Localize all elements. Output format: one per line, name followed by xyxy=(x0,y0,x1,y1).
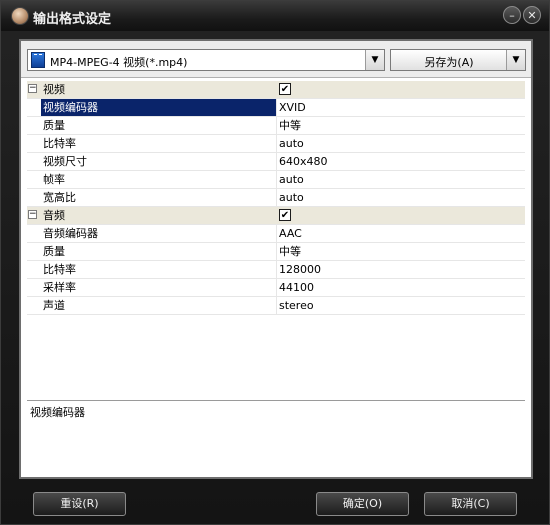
reset-button[interactable]: 重设(R) xyxy=(33,492,126,516)
property-value[interactable]: 中等 xyxy=(279,117,301,134)
format-selected: MP4-MPEG-4 视频(*.mp4) xyxy=(50,56,188,69)
close-button[interactable]: ✕ xyxy=(523,6,541,24)
chevron-down-icon[interactable]: ▼ xyxy=(365,50,384,70)
property-row[interactable]: 视频编码器 XVID xyxy=(27,99,525,117)
property-value[interactable]: auto xyxy=(279,189,304,206)
property-value[interactable]: stereo xyxy=(279,297,314,314)
cancel-button[interactable]: 取消(C) xyxy=(424,492,517,516)
property-row[interactable]: 音频编码器 AAC xyxy=(27,225,525,243)
description-text: 视频编码器 xyxy=(30,406,85,419)
chevron-down-icon[interactable]: ▼ xyxy=(506,50,525,70)
property-name: 视频尺寸 xyxy=(41,153,277,170)
format-toolbar: MP4-MPEG-4 视频(*.mp4) ▼ 另存为(A) ▼ xyxy=(21,41,531,78)
description-pane: 视频编码器 xyxy=(27,400,525,473)
property-value[interactable]: AAC xyxy=(279,225,302,242)
format-dropdown[interactable]: MP4-MPEG-4 视频(*.mp4) ▼ xyxy=(27,49,385,71)
property-row[interactable]: 质量 中等 xyxy=(27,117,525,135)
category-label: 视频 xyxy=(43,83,65,96)
property-row[interactable]: 比特率 auto xyxy=(27,135,525,153)
property-name: 质量 xyxy=(41,117,277,134)
property-value[interactable]: 640x480 xyxy=(279,153,328,170)
property-name: 音频编码器 xyxy=(41,225,277,242)
settings-panel: MP4-MPEG-4 视频(*.mp4) ▼ 另存为(A) ▼ − 视频 ✔ 视… xyxy=(19,39,533,479)
property-value[interactable]: 中等 xyxy=(279,243,301,260)
video-enable-checkbox[interactable]: ✔ xyxy=(279,83,291,95)
save-as-button[interactable]: 另存为(A) ▼ xyxy=(390,49,526,71)
collapse-icon[interactable]: − xyxy=(28,84,37,93)
property-value[interactable]: auto xyxy=(279,135,304,152)
property-value[interactable]: auto xyxy=(279,171,304,188)
property-name: 采样率 xyxy=(41,279,277,296)
property-value[interactable]: 44100 xyxy=(279,279,314,296)
property-name: 宽高比 xyxy=(41,189,277,206)
property-name: 质量 xyxy=(41,243,277,260)
property-row[interactable]: 声道 stereo xyxy=(27,297,525,315)
property-name: 比特率 xyxy=(41,135,277,152)
title-bar[interactable]: 输出格式设定 – ✕ xyxy=(1,1,549,31)
window-title: 输出格式设定 xyxy=(33,12,112,27)
collapse-icon[interactable]: − xyxy=(28,210,37,219)
ok-button[interactable]: 确定(O) xyxy=(316,492,409,516)
property-grid: − 视频 ✔ 视频编码器 XVID 质量 中等 比特率 auto 视频尺寸 64… xyxy=(27,81,525,315)
property-name: 声道 xyxy=(41,297,277,314)
property-name: 帧率 xyxy=(41,171,277,188)
app-icon xyxy=(11,7,29,25)
property-row[interactable]: 帧率 auto xyxy=(27,171,525,189)
minimize-button[interactable]: – xyxy=(503,6,521,24)
property-row[interactable]: 质量 中等 xyxy=(27,243,525,261)
category-video[interactable]: − 视频 ✔ xyxy=(27,81,525,99)
video-file-icon xyxy=(31,52,45,68)
property-name: 比特率 xyxy=(41,261,277,278)
audio-enable-checkbox[interactable]: ✔ xyxy=(279,209,291,221)
output-format-dialog: 输出格式设定 – ✕ MP4-MPEG-4 视频(*.mp4) ▼ 另存为(A)… xyxy=(0,0,550,525)
property-row[interactable]: 视频尺寸 640x480 xyxy=(27,153,525,171)
save-as-label: 另存为(A) xyxy=(424,56,474,69)
property-row[interactable]: 采样率 44100 xyxy=(27,279,525,297)
property-value[interactable]: XVID xyxy=(279,99,306,116)
property-row[interactable]: 宽高比 auto xyxy=(27,189,525,207)
property-row[interactable]: 比特率 128000 xyxy=(27,261,525,279)
category-label: 音频 xyxy=(43,209,65,222)
property-name: 视频编码器 xyxy=(41,99,277,116)
category-audio[interactable]: − 音频 ✔ xyxy=(27,207,525,225)
property-value[interactable]: 128000 xyxy=(279,261,321,278)
